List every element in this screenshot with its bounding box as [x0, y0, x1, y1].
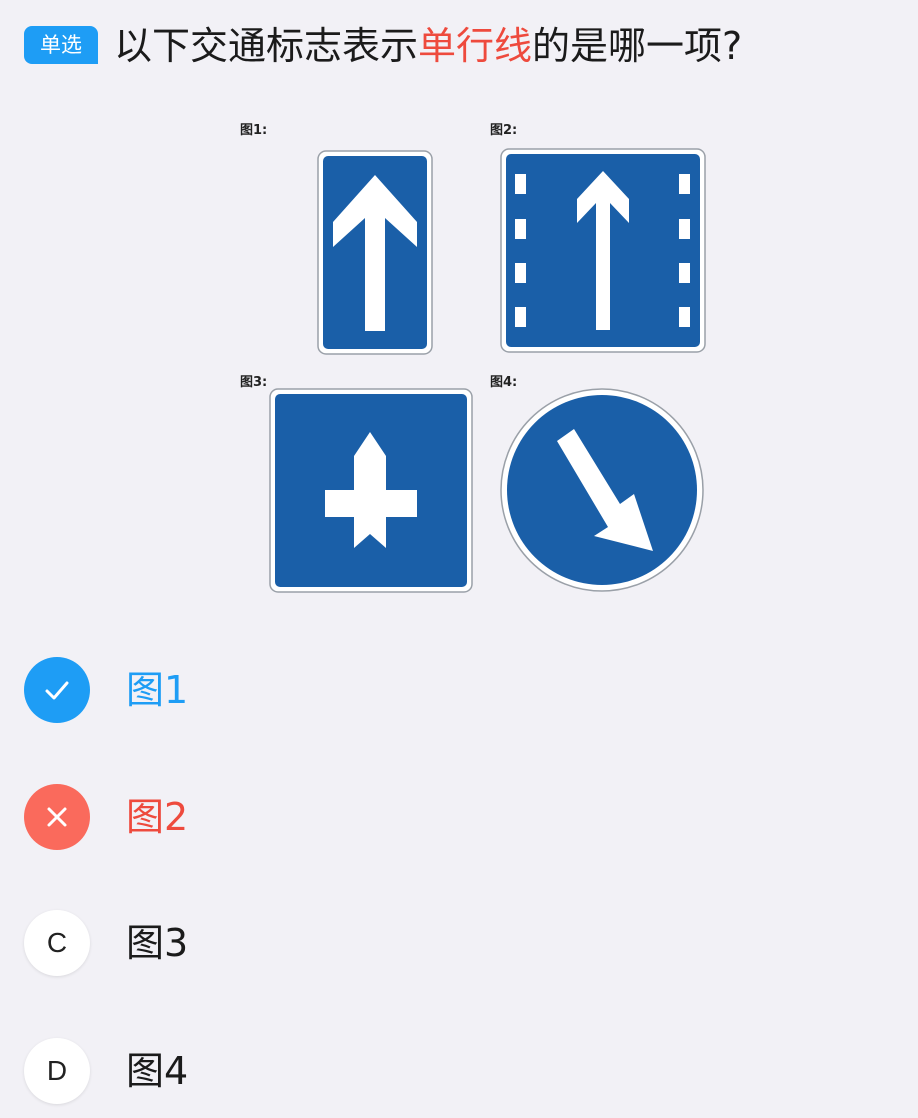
option-d-label: 图4 [126, 1049, 189, 1093]
sign-1-label: 图1: [240, 123, 267, 138]
option-d-marker: D [24, 1038, 90, 1104]
single-arrow-up-sign-icon [317, 150, 433, 355]
option-c-letter: C [46, 927, 68, 958]
option-a[interactable]: 图1 [0, 656, 918, 726]
cross-icon [47, 807, 67, 827]
question-text-highlight: 单行线 [418, 24, 533, 68]
option-c-label: 图3 [126, 921, 189, 965]
question-text-after: 的是哪一项? [532, 24, 743, 68]
crossroads-priority-sign-icon [269, 388, 473, 593]
question-type-badge: 单选 [24, 26, 98, 64]
check-icon [45, 681, 69, 700]
option-b[interactable]: 图2 [0, 783, 918, 853]
keep-right-arrow-sign-icon [500, 388, 704, 592]
option-d-letter: D [46, 1055, 68, 1086]
traffic-signs-figure: 图1: 图2: 图3: 图4: [236, 116, 712, 600]
sign-3-label: 图3: [240, 375, 267, 390]
question-text: 以下交通标志表示单行线的是哪一项? [114, 18, 742, 74]
option-d[interactable]: D 图4 [0, 1037, 918, 1107]
option-b-marker [24, 784, 90, 850]
option-c-marker: C [24, 910, 90, 976]
sign-2-label: 图2: [490, 123, 517, 138]
option-a-marker [24, 657, 90, 723]
option-b-label: 图2 [126, 795, 189, 839]
option-a-label: 图1 [126, 668, 189, 712]
question-text-before: 以下交通标志表示 [114, 24, 419, 68]
arrow-up-with-lane-dashes-sign-icon [500, 148, 706, 353]
sign-4-label: 图4: [490, 375, 517, 390]
question-header: 单选 以下交通标志表示单行线的是哪一项? [22, 18, 902, 74]
option-c[interactable]: C 图3 [0, 909, 918, 979]
